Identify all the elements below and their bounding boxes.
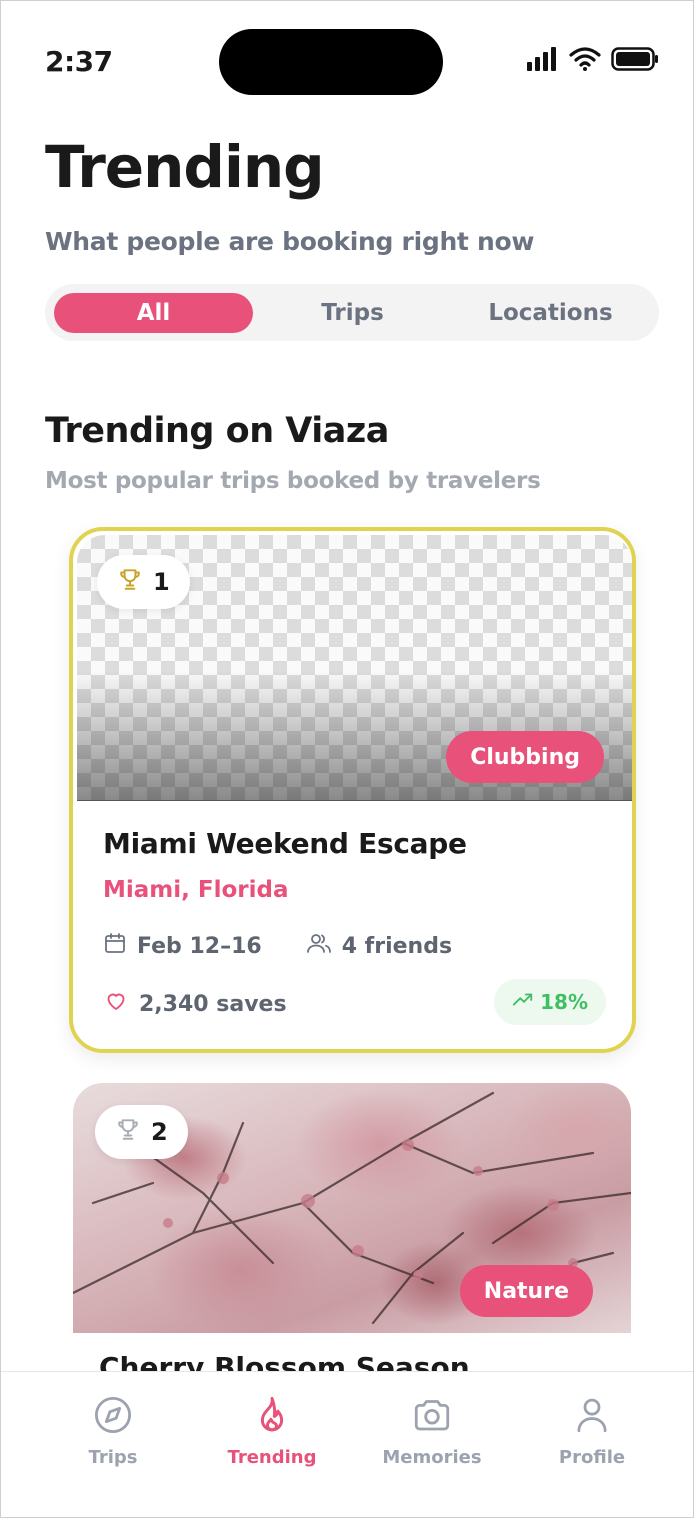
category-tag: Clubbing [446, 731, 604, 783]
flame-icon [251, 1394, 293, 1441]
trip-location: Miami, Florida [103, 877, 289, 903]
camera-icon [411, 1394, 453, 1441]
phone-screen: 2:37 Trending What people are booking ri… [0, 0, 694, 1518]
tab-profile[interactable]: Profile [522, 1394, 662, 1468]
rank-badge: 1 [97, 555, 190, 609]
trip-meta: Feb 12–16 4 friends [103, 931, 452, 961]
trending-up-icon [512, 990, 534, 1014]
section-subtitle: Most popular trips booked by travelers [45, 468, 541, 494]
tab-memories[interactable]: Memories [362, 1394, 502, 1468]
heart-icon[interactable] [103, 989, 129, 1019]
rank-badge: 2 [95, 1105, 188, 1159]
user-icon [571, 1394, 613, 1441]
wifi-icon [569, 47, 601, 75]
users-icon [306, 931, 332, 961]
category-tag: Nature [459, 1265, 593, 1317]
filter-locations[interactable]: Locations [451, 293, 650, 333]
trip-group: 4 friends [341, 933, 453, 959]
trophy-icon [115, 1116, 141, 1148]
trip-card-2[interactable]: 2 Nature Cherry Blossom Season [73, 1083, 631, 1413]
trip-dates: Feb 12–16 [137, 933, 262, 959]
filter-segmented-control: All Trips Locations [45, 284, 659, 341]
page-subtitle: What people are booking right now [45, 227, 535, 256]
page-title: Trending [45, 133, 325, 201]
growth-value: 18% [540, 990, 588, 1014]
tab-trending[interactable]: Trending [202, 1394, 342, 1468]
tab-label: Profile [558, 1447, 626, 1468]
trophy-icon [117, 566, 143, 598]
rank-number: 1 [153, 568, 170, 596]
status-time: 2:37 [45, 45, 113, 78]
tab-label: Trips [88, 1447, 138, 1468]
filter-trips[interactable]: Trips [253, 293, 452, 333]
growth-badge: 18% [494, 979, 606, 1025]
section-title: Trending on Viaza [45, 411, 389, 451]
signal-icon [527, 47, 559, 75]
calendar-icon [103, 931, 127, 961]
dynamic-island [219, 29, 443, 95]
trip-name: Miami Weekend Escape [103, 827, 467, 860]
bottom-tab-bar: Trips Trending Memories Profile [1, 1371, 693, 1517]
saves-count: 2,340 saves [139, 991, 287, 1017]
saves-row: 2,340 saves [103, 989, 287, 1019]
tab-trips[interactable]: Trips [43, 1394, 183, 1468]
compass-icon [92, 1394, 134, 1441]
tab-label: Trending [227, 1447, 317, 1468]
rank-number: 2 [151, 1118, 168, 1146]
tab-label: Memories [382, 1447, 482, 1468]
trip-card-1[interactable]: 1 Clubbing Miami Weekend Escape Miami, F… [69, 527, 636, 1053]
filter-all[interactable]: All [54, 293, 253, 333]
battery-icon [611, 47, 659, 75]
status-icons [527, 47, 659, 75]
